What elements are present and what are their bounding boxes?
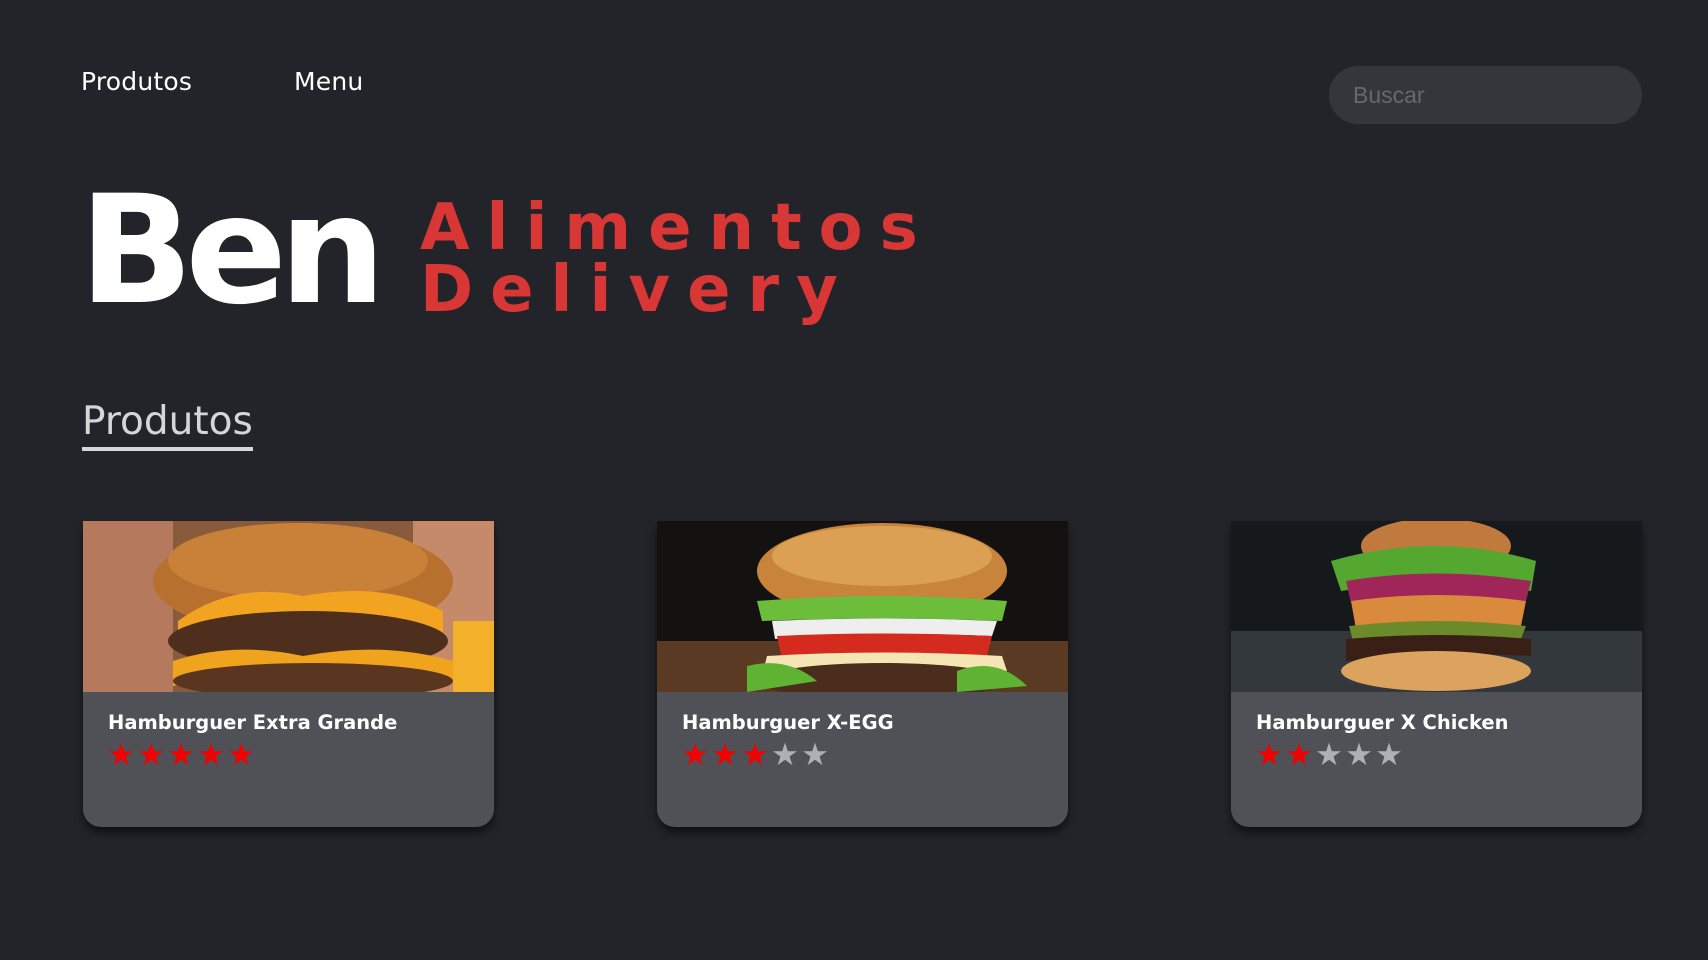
star-empty-icon: ★ — [801, 737, 829, 773]
star-filled-icon: ★ — [227, 737, 255, 773]
product-name: Hamburguer X Chicken — [1256, 711, 1509, 734]
product-card[interactable]: Hamburguer X-EGG ★ ★ ★ ★ ★ — [657, 521, 1068, 827]
star-filled-icon: ★ — [137, 737, 165, 773]
product-card[interactable]: Hamburguer Extra Grande ★ ★ ★ ★ ★ — [83, 521, 494, 827]
product-card[interactable]: Hamburguer X Chicken ★ ★ ★ ★ ★ — [1231, 521, 1642, 827]
section-title-produtos: Produtos — [82, 402, 253, 451]
product-name: Hamburguer X-EGG — [682, 711, 894, 734]
nav-link-produtos[interactable]: Produtos — [81, 67, 192, 96]
product-image — [657, 521, 1068, 692]
brand-logo-text: Ben — [79, 164, 386, 338]
rating-stars: ★ ★ ★ ★ ★ — [680, 740, 830, 771]
star-empty-icon: ★ — [1315, 737, 1343, 773]
star-filled-icon: ★ — [197, 737, 225, 773]
rating-stars: ★ ★ ★ ★ ★ — [1254, 740, 1404, 771]
star-empty-icon: ★ — [1375, 737, 1403, 773]
nav-link-menu[interactable]: Menu — [294, 67, 363, 96]
star-filled-icon: ★ — [167, 737, 195, 773]
star-filled-icon: ★ — [1255, 737, 1283, 773]
brand-tagline-line2: Delivery — [420, 253, 855, 327]
star-empty-icon: ★ — [1345, 737, 1373, 773]
star-filled-icon: ★ — [107, 737, 135, 773]
product-image — [83, 521, 494, 692]
star-filled-icon: ★ — [711, 737, 739, 773]
star-filled-icon: ★ — [741, 737, 769, 773]
product-name: Hamburguer Extra Grande — [108, 711, 398, 734]
product-image — [1231, 521, 1642, 692]
star-filled-icon: ★ — [1285, 737, 1313, 773]
star-empty-icon: ★ — [771, 737, 799, 773]
rating-stars: ★ ★ ★ ★ ★ — [106, 740, 256, 771]
search-input[interactable] — [1329, 66, 1642, 124]
star-filled-icon: ★ — [681, 737, 709, 773]
brand-tagline-line1: Alimentos — [420, 191, 935, 265]
